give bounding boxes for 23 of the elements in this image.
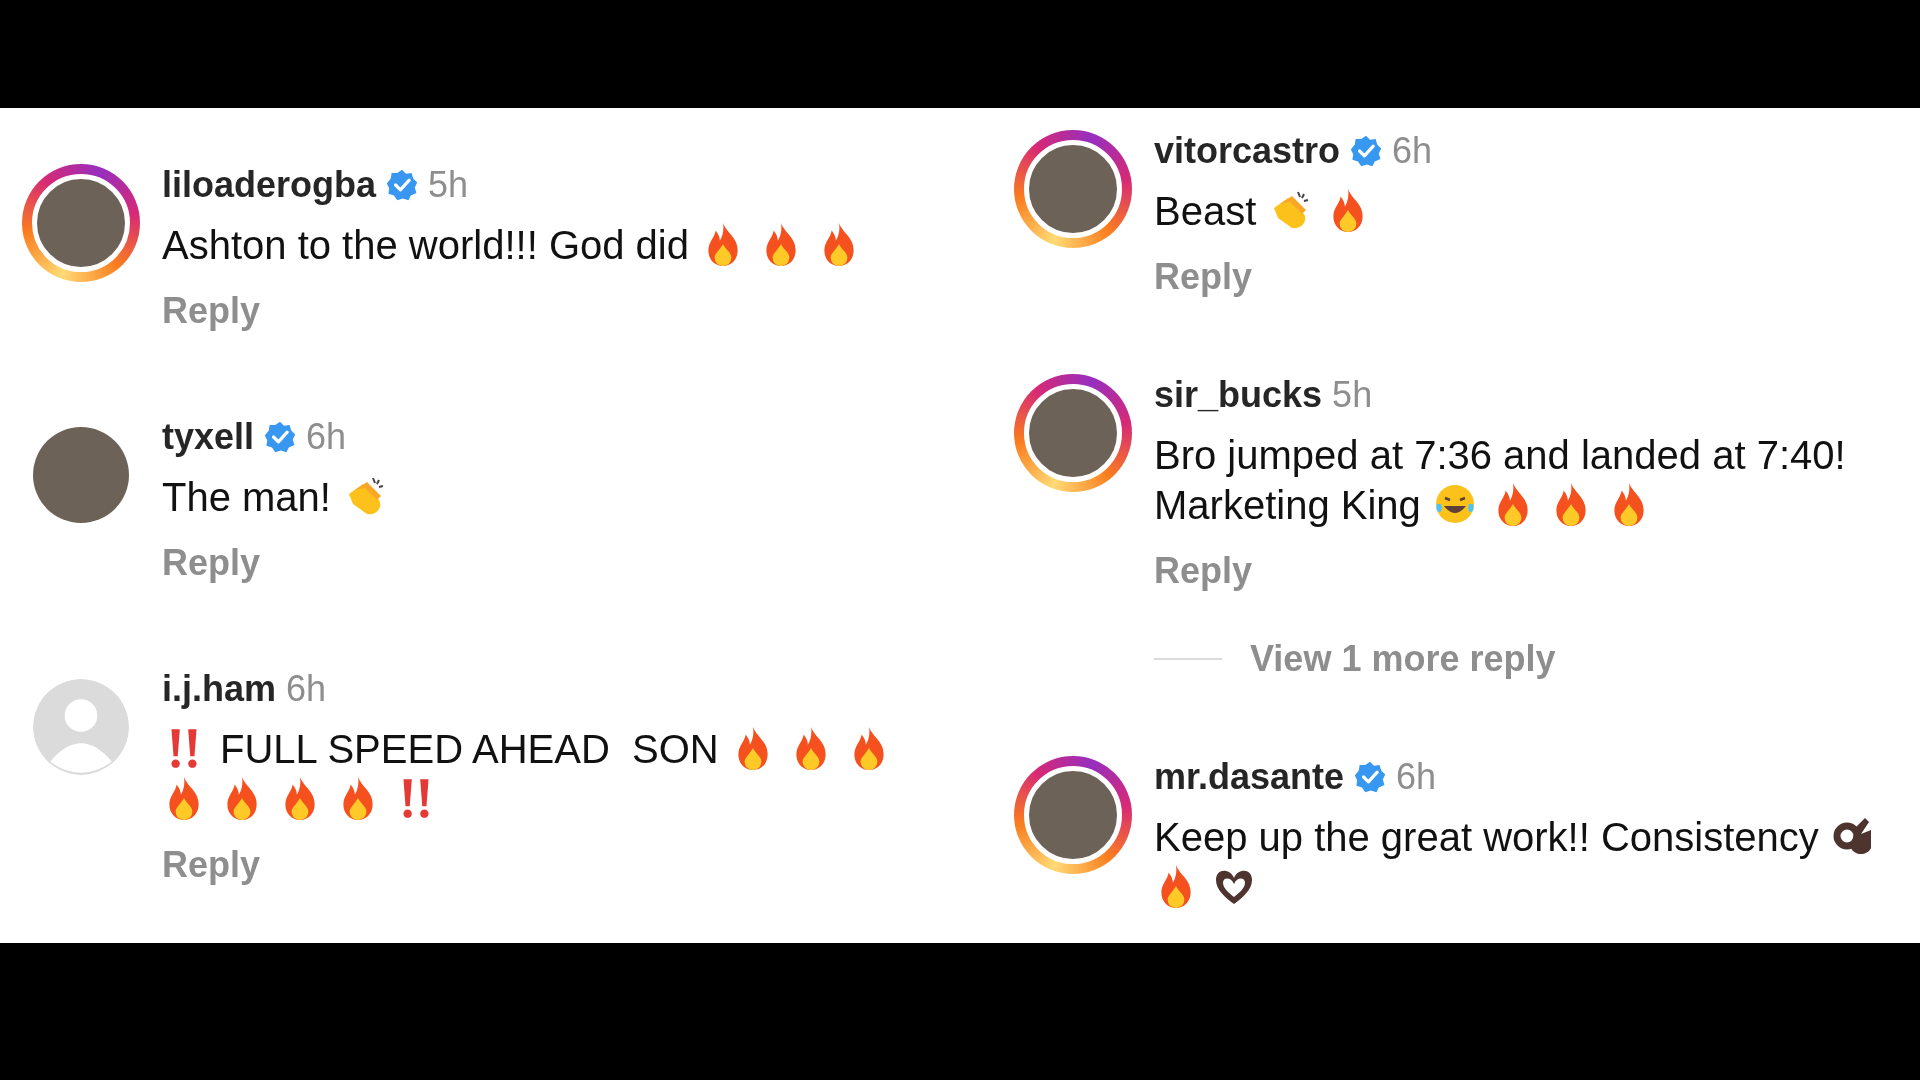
avatar[interactable] — [1024, 766, 1122, 864]
comment-text: The man! — [162, 474, 331, 521]
comment-text: Beast — [1154, 188, 1257, 235]
comment-text: Keep up the great work!! Consistency — [1154, 814, 1819, 861]
comment-text: Marketing King — [1154, 482, 1421, 529]
comment-text: Bro jumped at 7:36 and landed at 7:40! — [1154, 432, 1846, 479]
comment-time: 5h — [1332, 374, 1373, 416]
username[interactable]: sir_bucks — [1154, 374, 1323, 416]
comment-time: 6h — [286, 668, 327, 710]
comment-text: Ashton to the world!!! God did — [162, 222, 689, 269]
username[interactable]: vitorcastro — [1154, 130, 1341, 172]
avatar[interactable] — [1024, 384, 1122, 482]
avatar[interactable] — [1024, 140, 1122, 238]
comment-time: 6h — [1392, 130, 1433, 172]
comment-time: 5h — [428, 164, 469, 206]
avatar[interactable] — [32, 174, 130, 272]
username[interactable]: liloaderogba — [162, 164, 377, 206]
username[interactable]: mr.dasante — [1154, 756, 1345, 798]
username[interactable]: i.j.ham — [162, 668, 277, 710]
username[interactable]: tyxell — [162, 416, 255, 458]
comment-time: 6h — [306, 416, 347, 458]
comment-time: 6h — [1396, 756, 1437, 798]
comment-text: FULL SPEED AHEAD SON — [220, 726, 719, 773]
